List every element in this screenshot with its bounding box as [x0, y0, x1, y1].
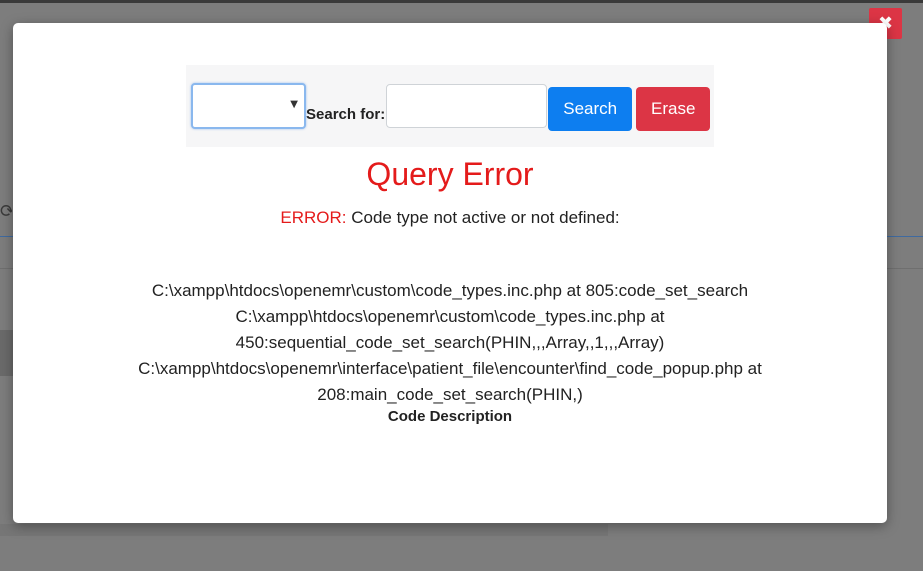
error-title: Query Error	[366, 156, 534, 192]
search-label: Search for:	[306, 105, 386, 123]
chevron-down-icon: ▼	[290, 99, 298, 110]
code-description-header: Code Description	[387, 408, 513, 425]
trace-line: C:\xampp\htdocs\openemr\custom\code_type…	[151, 281, 749, 300]
search-input[interactable]	[386, 84, 548, 128]
error-stack-trace: C:\xampp\htdocs\openemr\custom\code_type…	[93, 278, 807, 408]
error-message-line: ERROR: Code type not active or not defin…	[13, 208, 887, 228]
error-message: Code type not active or not defined:	[346, 208, 620, 227]
code-type-select[interactable]: ▼	[191, 83, 306, 129]
refresh-icon: ⟳	[0, 202, 12, 220]
trace-line: 208:main_code_set_search(PHIN,)	[317, 385, 583, 404]
trace-line: C:\xampp\htdocs\openemr\custom\code_type…	[235, 307, 665, 326]
find-code-modal: ▼ Search for: Search Erase Query Error E…	[13, 23, 887, 523]
search-bar: ▼ Search for: Search Erase	[186, 65, 714, 147]
background-top-border	[0, 0, 923, 3]
trace-line: 450:sequential_code_set_search(PHIN,,,Ar…	[235, 333, 665, 352]
background-bottom-block	[0, 524, 608, 536]
trace-line: C:\xampp\htdocs\openemr\interface\patien…	[138, 359, 762, 378]
background-side-block	[0, 330, 14, 376]
erase-button[interactable]: Erase	[636, 87, 711, 131]
search-button[interactable]: Search	[548, 87, 633, 131]
error-prefix: ERROR:	[280, 208, 347, 227]
